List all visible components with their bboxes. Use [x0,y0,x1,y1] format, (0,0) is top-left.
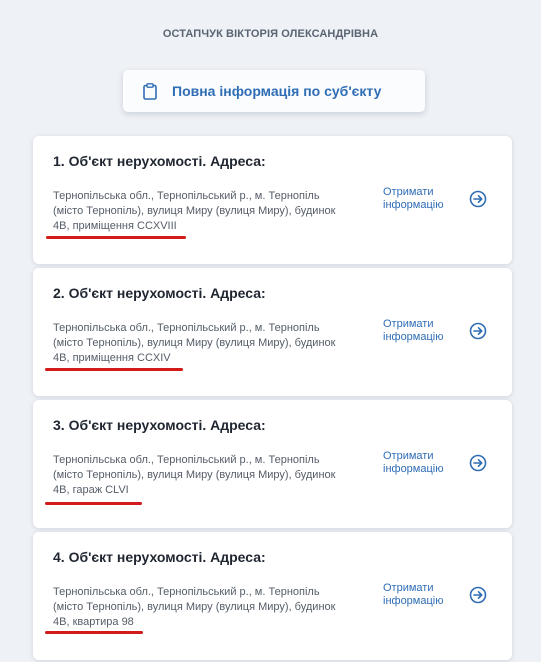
property-address: Тернопільська обл., Тернопільський р., м… [53,453,353,498]
red-underline-annotation [45,368,183,371]
get-info-link[interactable]: Отримати інформацію [383,318,443,344]
address-line: 4В, приміщення CCXIV [53,352,171,364]
get-info-link-line: Отримати [383,450,434,462]
address-line: Тернопільська обл., Тернопільський р., м… [53,586,320,598]
address-line: (місто Тернопіль), вулиця Миру (вулиця М… [53,337,336,349]
get-info-link[interactable]: Отримати інформацію [383,582,443,608]
property-card-2: 2. Об'єкт нерухомості. Адреса: Тернопіль… [33,268,512,396]
red-underline-annotation [45,631,143,634]
address-line: 4В, приміщення CCXVIII [53,220,177,232]
get-info-link-line: інформацію [383,595,444,607]
property-card-1: 1. Об'єкт нерухомості. Адреса: Тернопіль… [33,136,512,264]
get-info-link[interactable]: Отримати інформацію [383,450,443,476]
address-line: Тернопільська обл., Тернопільський р., м… [53,454,320,466]
property-address: Тернопільська обл., Тернопільський р., м… [53,189,353,234]
property-title: 4. Об'єкт нерухомості. Адреса: [53,549,266,565]
arrow-right-circle-icon[interactable] [469,322,487,340]
address-line: 4В, квартира 98 [53,616,134,628]
red-underline-annotation [46,236,186,239]
arrow-right-circle-icon[interactable] [469,454,487,472]
get-info-link-line: інформацію [383,463,444,475]
address-line: 4В, гараж CLVI [53,484,129,496]
address-line: (місто Тернопіль), вулиця Миру (вулиця М… [53,205,336,217]
arrow-right-circle-icon[interactable] [469,586,487,604]
address-line: (місто Тернопіль), вулиця Миру (вулиця М… [53,601,336,613]
property-title: 1. Об'єкт нерухомості. Адреса: [53,153,266,169]
get-info-link-line: Отримати [383,582,434,594]
red-underline-annotation [45,502,142,505]
property-card-3: 3. Об'єкт нерухомості. Адреса: Тернопіль… [33,400,512,528]
clipboard-icon [143,82,157,100]
get-info-link-line: інформацію [383,331,444,343]
subject-name: ОСТАПЧУК ВІКТОРІЯ ОЛЕКСАНДРІВНА [162,28,379,40]
arrow-right-circle-icon[interactable] [469,190,487,208]
get-info-link-line: інформацію [383,199,444,211]
address-line: Тернопільська обл., Тернопільський р., м… [53,190,320,202]
address-line: (місто Тернопіль), вулиця Миру (вулиця М… [53,469,336,481]
property-card-4: 4. Об'єкт нерухомості. Адреса: Тернопіль… [33,532,512,660]
get-info-link[interactable]: Отримати інформацію [383,186,443,212]
property-title: 3. Об'єкт нерухомості. Адреса: [53,417,266,433]
property-address: Тернопільська обл., Тернопільський р., м… [53,321,353,366]
address-line: Тернопільська обл., Тернопільський р., м… [53,322,320,334]
property-title: 2. Об'єкт нерухомості. Адреса: [53,285,266,301]
full-info-button[interactable]: Повна інформація по суб'єкту [123,70,425,112]
full-info-button-label: Повна інформація по суб'єкту [172,83,382,99]
get-info-link-line: Отримати [383,318,434,330]
property-address: Тернопільська обл., Тернопільський р., м… [53,585,353,630]
get-info-link-line: Отримати [383,186,434,198]
